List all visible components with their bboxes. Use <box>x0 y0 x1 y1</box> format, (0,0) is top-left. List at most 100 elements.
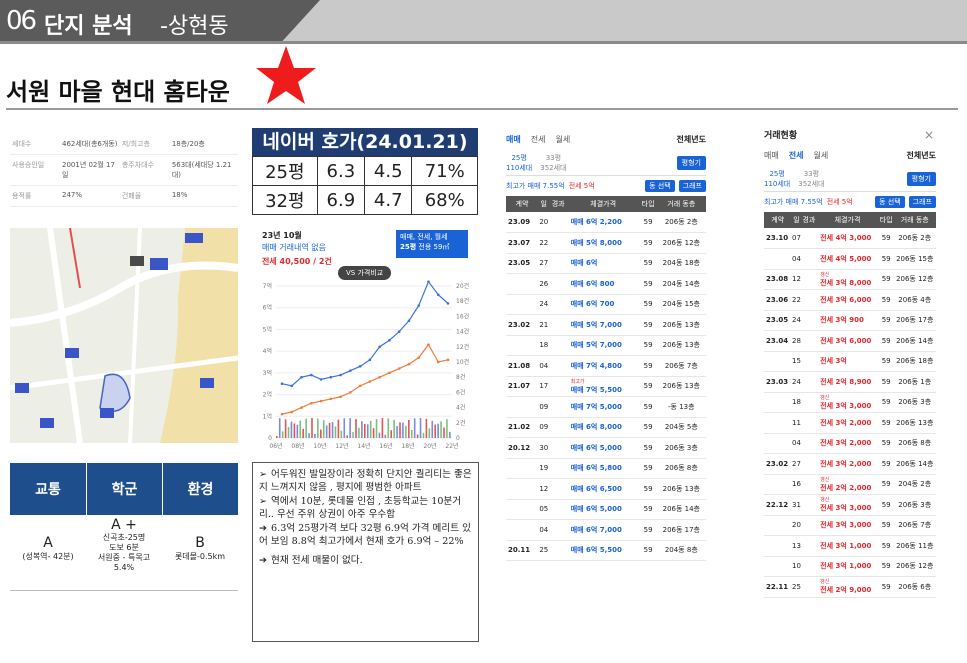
table-row[interactable]: 12 매매 6억 6,500 59 206동 13층 <box>506 478 706 500</box>
data-point <box>349 391 352 394</box>
column-header: 일 <box>791 212 802 228</box>
data-point <box>446 302 450 305</box>
header-divider <box>0 41 967 44</box>
table-row[interactable]: 15 전세 3억 59 206동 18층 <box>764 351 936 372</box>
size-tab[interactable]: 25평 <box>764 169 790 179</box>
size-button[interactable]: 평형기 <box>906 171 936 186</box>
y2-tick: 10건 <box>456 358 469 366</box>
table-row[interactable]: 20 전세 3억 3,000 59 206동 7층 <box>764 515 936 536</box>
deal-day: 11 <box>791 412 802 434</box>
info-row: 용적률 247% 건폐율 18% <box>10 185 238 207</box>
table-row[interactable]: 10 전세 3억 1,000 59 206동 12층 <box>764 556 936 577</box>
table-row[interactable]: 18 갱신 전세 3억 3,000 59 206동 3층 <box>764 392 936 413</box>
year-select[interactable]: 전체년도 <box>677 134 706 145</box>
dong-select-button[interactable]: 동 선택 <box>875 196 905 208</box>
table-row[interactable]: 23.05 27 매매 6억 59 204동 18층 <box>506 253 706 274</box>
data-point <box>300 375 303 379</box>
arrow-icon: ➢ <box>259 496 268 507</box>
table-row[interactable]: 26 매매 6억 800 59 204동 14층 <box>506 273 706 295</box>
table-row[interactable]: 23.08 12 갱신 전세 3억 8,000 59 206동 12층 <box>764 269 936 290</box>
school-header: 학군 <box>86 463 162 515</box>
size-tab[interactable]: 25평 <box>506 153 532 163</box>
deal-floor: 206동 17층 <box>656 519 706 541</box>
info-key: 사용승인일 <box>10 154 60 186</box>
deal-floor: 206동 15층 <box>893 248 936 270</box>
deal-date: 22.12 <box>764 494 792 516</box>
deal-floor: 206동 3층 <box>893 392 936 413</box>
price-chart[interactable]: 23년 10월 매매 거래내역 없음 전세 40,500 / 2건 매매, 전세… <box>252 226 478 458</box>
table-row[interactable]: 21.08 04 매매 7억 4,800 59 206동 7층 <box>506 355 706 377</box>
info-row: 세대수 462세대(총6개동) 저/최고층 18층/20층 <box>10 134 238 155</box>
table-row[interactable]: 19 매매 6억 5,800 59 206동 8층 <box>506 458 706 479</box>
data-point <box>378 375 381 379</box>
deal-day: 10 <box>791 556 802 577</box>
deal-date: 23.02 <box>506 314 538 336</box>
deal-type: 59 <box>878 228 894 249</box>
deal-day: 28 <box>791 330 802 352</box>
table-row[interactable]: 23.03 24 전세 2억 8,900 59 206동 1층 <box>764 371 936 393</box>
tab-deal[interactable]: 전세 <box>789 150 804 161</box>
size-tab[interactable]: 33평 <box>540 153 566 163</box>
volume-bar <box>340 430 343 438</box>
table-row[interactable]: 20.12 30 매매 6억 5,000 59 206동 3층 <box>506 437 706 459</box>
table-row[interactable]: 04 전세 4억 5,000 59 206동 15층 <box>764 248 936 270</box>
close-icon[interactable]: × <box>924 128 934 142</box>
size-button[interactable]: 평형기 <box>676 155 706 170</box>
graph-button[interactable]: 그래프 <box>908 196 936 208</box>
deal-floor: 204동 8층 <box>656 540 706 561</box>
volume-bar <box>405 425 407 438</box>
data-point <box>339 395 342 399</box>
table-row[interactable]: 22.12 31 갱신 전세 3억 3,000 59 206동 3층 <box>764 494 936 516</box>
data-point <box>407 319 411 323</box>
table-row[interactable]: 05 매매 6억 5,000 59 206동 14층 <box>506 499 706 520</box>
y-tick: 3억 <box>263 369 272 377</box>
dong-select-button[interactable]: 동 선택 <box>645 180 675 192</box>
table-row[interactable]: 18 매매 5억 7,000 59 206동 13층 <box>506 335 706 356</box>
deal-date: 23.10 <box>764 228 792 249</box>
deal-day: 26 <box>537 273 550 295</box>
table-row[interactable]: 22.11 25 갱신 전세 2억 9,000 59 206동 6층 <box>764 576 936 598</box>
info-key: 총주차대수 <box>119 154 170 186</box>
volume-bar <box>322 420 325 438</box>
house-count: 110세대 <box>764 179 791 188</box>
table-row[interactable]: 23.05 24 전세 3억 900 59 206동 17층 <box>764 310 936 331</box>
school-line: 5.4% <box>113 563 135 572</box>
table-row[interactable]: 21.02 09 매매 6억 8,000 59 204동 5층 <box>506 417 706 438</box>
table-row[interactable]: 23.09 20 매매 6억 2,200 59 206동 2층 <box>506 212 706 233</box>
deal-date <box>506 478 538 500</box>
deal-type: 59 <box>639 396 657 418</box>
deal-day: 24 <box>791 310 802 331</box>
table-row[interactable]: 04 매매 6억 7,000 59 206동 17층 <box>506 519 706 541</box>
tab-deal[interactable]: 매매 <box>764 150 779 161</box>
table-row[interactable]: 13 전세 3억 1,000 59 206동 11층 <box>764 535 936 557</box>
table-row[interactable]: 04 전세 3억 2,000 59 206동 8층 <box>764 433 936 454</box>
table-row[interactable]: 24 매매 6억 700 59 204동 15층 <box>506 294 706 315</box>
year-select[interactable]: 전체년도 <box>907 150 936 161</box>
section-title: 단지 분석 <box>44 14 133 39</box>
deal-price: 전세 3억 3,000 <box>820 401 872 410</box>
tab-deal[interactable]: 전세 <box>531 134 546 145</box>
table-row[interactable]: 20.11 25 매매 6억 5,500 59 204동 8층 <box>506 540 706 561</box>
table-row[interactable]: 23.02 27 전세 3억 2,000 59 206동 14층 <box>764 453 936 475</box>
volume-bar <box>422 432 425 438</box>
table-row[interactable]: 23.07 22 매매 5억 8,000 59 206동 12층 <box>506 232 706 254</box>
table-row[interactable]: 16 갱신 전세 2억 2,000 59 204동 2층 <box>764 474 936 495</box>
location-map[interactable] <box>10 228 238 443</box>
deal-date: 23.03 <box>764 371 792 393</box>
table-row: 25평 6.3 4.5 71% <box>252 156 478 186</box>
tab-deal[interactable]: 매매 <box>506 134 521 145</box>
tab-deal[interactable]: 월세 <box>813 150 828 161</box>
table-row[interactable]: 11 전세 3억 2,000 59 206동 13층 <box>764 412 936 434</box>
table-row[interactable]: 23.06 22 전세 3억 6,000 59 206동 4층 <box>764 289 936 311</box>
size-tab[interactable]: 33평 <box>798 169 824 179</box>
graph-button[interactable]: 그래프 <box>678 180 706 192</box>
table-row[interactable]: 21.07 17 최고가 매매 7억 5,500 59 206동 13층 <box>506 376 706 397</box>
table-row[interactable]: 09 매매 7억 5,000 59 -동 13층 <box>506 396 706 418</box>
deal-type: 59 <box>639 294 657 315</box>
table-row[interactable]: 23.02 21 매매 5억 7,000 59 206동 13층 <box>506 314 706 336</box>
table-row[interactable]: 23.10 07 전세 4억 3,000 59 206동 2층 <box>764 228 936 249</box>
tab-deal[interactable]: 월세 <box>555 134 570 145</box>
y2-tick: 18건 <box>456 297 469 305</box>
deal-date: 23.07 <box>506 232 538 254</box>
table-row[interactable]: 23.04 28 전세 3억 6,000 59 206동 14층 <box>764 330 936 352</box>
